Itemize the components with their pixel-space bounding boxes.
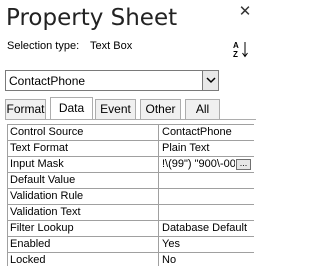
property-name: Text Format	[8, 141, 159, 156]
property-value[interactable]	[160, 189, 255, 204]
property-row[interactable]: Input Mask !\(99") "900\-00 ...	[8, 157, 254, 173]
property-row[interactable]: Validation Rule	[8, 189, 254, 205]
tab-data[interactable]: Data	[50, 97, 93, 119]
property-name: Enabled	[8, 237, 159, 252]
property-value[interactable]: No	[160, 253, 255, 266]
property-value[interactable]	[160, 205, 255, 220]
tab-format[interactable]: Format	[5, 99, 46, 119]
property-name: Input Mask	[8, 157, 159, 172]
property-value[interactable]	[160, 173, 255, 188]
property-row[interactable]: Filter Lookup Database Default	[8, 221, 254, 237]
selection-type: Selection type: Text Box	[7, 40, 132, 52]
property-name: Validation Text	[8, 205, 159, 220]
property-value[interactable]: Database Default	[160, 221, 255, 236]
chevron-down-icon	[206, 77, 216, 84]
object-selector-combo[interactable]: ContactPhone	[5, 70, 219, 91]
tab-other[interactable]: Other	[140, 99, 181, 119]
property-name: Validation Rule	[8, 189, 159, 204]
property-value[interactable]: !\(99") "900\-00	[160, 157, 235, 172]
property-row[interactable]: Text Format Plain Text	[8, 141, 254, 157]
property-row[interactable]: Control Source ContactPhone	[8, 125, 254, 141]
property-sheet-title: Property Sheet	[6, 5, 178, 31]
property-name: Control Source	[8, 125, 159, 140]
property-row[interactable]: Locked No	[8, 253, 254, 266]
svg-text:Z: Z	[233, 50, 238, 58]
property-row[interactable]: Default Value	[8, 173, 254, 189]
property-row[interactable]: Validation Text	[8, 205, 254, 221]
property-row[interactable]: Enabled Yes	[8, 237, 254, 253]
selection-type-value: Text Box	[90, 40, 133, 52]
combo-dropdown-button[interactable]	[202, 71, 218, 90]
property-name: Locked	[8, 253, 159, 266]
property-grid: Control Source ContactPhone Text Format …	[7, 124, 254, 266]
property-name: Filter Lookup	[8, 221, 159, 236]
property-value[interactable]: ContactPhone	[160, 125, 255, 140]
object-selector-value: ContactPhone	[9, 74, 86, 88]
property-name: Default Value	[8, 173, 159, 188]
ellipsis-icon[interactable]: ...	[236, 159, 251, 170]
selection-type-label: Selection type:	[7, 40, 80, 52]
tab-divider	[5, 119, 256, 120]
close-icon[interactable]: ✕	[237, 3, 253, 19]
property-value[interactable]: Plain Text	[160, 141, 255, 156]
property-tabs: Format Data Event Other All	[5, 97, 255, 119]
property-value[interactable]: Yes	[160, 237, 255, 252]
tab-all[interactable]: All	[185, 99, 220, 119]
tab-event[interactable]: Event	[95, 99, 136, 119]
svg-text:A: A	[233, 41, 239, 50]
sort-az-icon[interactable]: A Z	[233, 40, 249, 59]
